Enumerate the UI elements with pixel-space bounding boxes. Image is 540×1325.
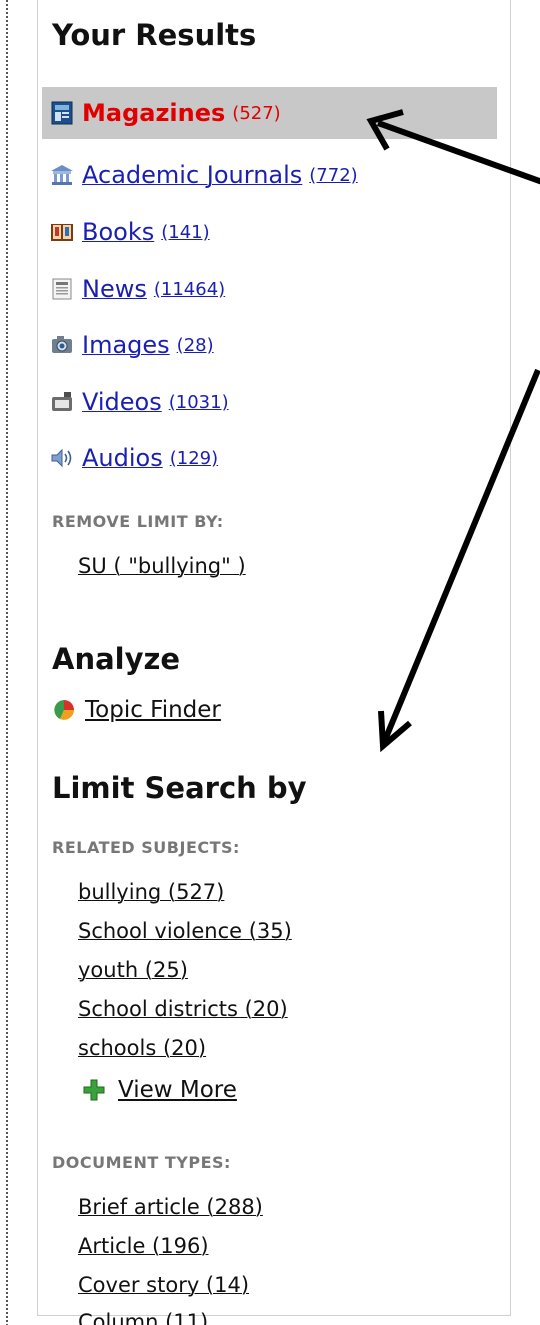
remove-limit-heading: REMOVE LIMIT BY: [52,512,224,531]
related-subject-link[interactable]: School districts (20) [78,997,288,1021]
document-type-link[interactable]: Article (196) [78,1234,209,1258]
document-types-heading: DOCUMENT TYPES: [52,1153,231,1172]
video-camera-icon [50,390,74,414]
related-subject-link[interactable]: bullying (527) [78,880,224,904]
magazine-icon [50,101,74,125]
result-type-count: (1031) [168,391,229,413]
camera-icon [50,333,74,357]
limit-search-heading: Limit Search by [52,771,307,805]
plus-icon [82,1078,106,1102]
academic-journal-icon [50,163,74,187]
result-type-label: Magazines [82,99,226,127]
related-subjects-heading: RELATED SUBJECTS: [52,838,240,857]
speaker-icon [50,446,74,470]
result-type-count: (141) [161,221,210,243]
document-type-link[interactable]: Cover story (14) [78,1273,249,1297]
result-type-count: (28) [176,334,214,356]
remove-limit-link[interactable]: SU ( "bullying" ) [78,554,246,578]
view-more-label: View More [118,1077,237,1103]
result-type-audios[interactable]: Audios (129) [50,440,218,476]
view-more-link[interactable]: View More [82,1077,237,1103]
related-subject-link[interactable]: youth (25) [78,958,188,982]
result-type-magazines[interactable]: Magazines (527) [42,87,497,139]
topic-finder-label: Topic Finder [85,697,221,723]
result-type-label: Videos [82,388,162,416]
result-type-news[interactable]: News (11464) [50,271,225,307]
topic-finder-link[interactable]: Topic Finder [52,697,221,723]
result-type-books[interactable]: Books (141) [50,214,210,250]
result-type-label: Images [82,331,170,359]
result-type-videos[interactable]: Videos (1031) [50,384,229,420]
result-type-count: (772) [309,164,358,186]
result-type-count: (11464) [153,278,226,300]
result-type-count: (527) [232,102,281,124]
page-divider [6,0,8,1325]
newspaper-icon [50,277,74,301]
result-type-images[interactable]: Images (28) [50,327,214,363]
result-type-label: News [82,275,147,303]
result-type-label: Academic Journals [82,161,303,189]
document-type-link[interactable]: Brief article (288) [78,1195,263,1219]
related-subject-link[interactable]: schools (20) [78,1036,206,1060]
analyze-heading: Analyze [52,642,181,676]
topic-finder-icon [52,698,76,722]
related-subject-link[interactable]: School violence (35) [78,919,292,943]
your-results-heading: Your Results [52,18,257,52]
result-type-label: Books [82,218,155,246]
result-type-count: (129) [169,447,219,469]
document-type-link[interactable]: Column (11) [78,1310,208,1325]
book-icon [50,220,74,244]
result-type-academic-journals[interactable]: Academic Journals (772) [50,157,358,193]
result-type-label: Audios [82,444,163,472]
